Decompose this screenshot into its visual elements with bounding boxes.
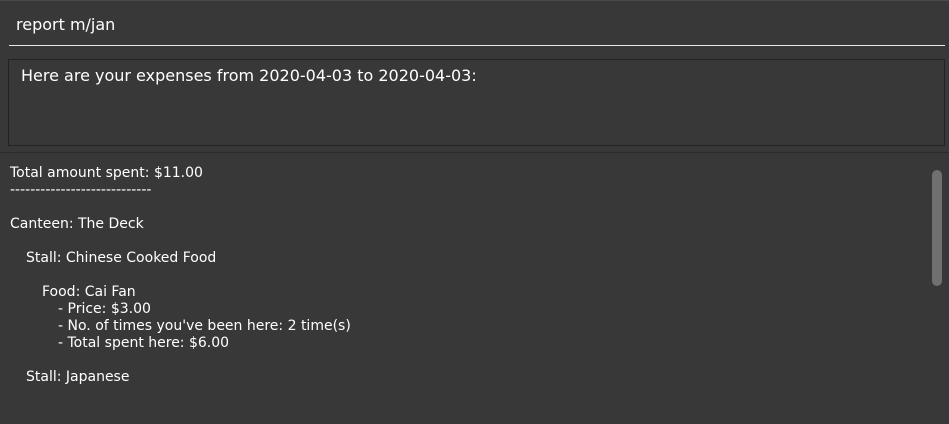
scrollbar-thumb[interactable] xyxy=(932,170,942,286)
report-content: Total amount spent: $11.00 -------------… xyxy=(10,165,351,386)
canteen-label: Canteen: The Deck xyxy=(10,216,144,232)
result-display-pane: Here are your expenses from 2020-04-03 t… xyxy=(0,52,949,153)
food-label: Food: Cai Fan xyxy=(42,284,136,300)
app-window: Here are your expenses from 2020-04-03 t… xyxy=(0,0,949,424)
food-total-spent: - Total spent here: $6.00 xyxy=(58,335,230,351)
report-panel[interactable]: Total amount spent: $11.00 -------------… xyxy=(0,154,949,424)
divider-text: ---------------------------- xyxy=(10,182,152,198)
stall-label: Stall: Japanese xyxy=(26,369,130,385)
vertical-scrollbar[interactable] xyxy=(930,168,944,424)
stall-label: Stall: Chinese Cooked Food xyxy=(26,250,217,266)
food-price: - Price: $3.00 xyxy=(58,301,151,317)
total-amount-text: Total amount spent: $11.00 xyxy=(10,165,203,181)
result-message: Here are your expenses from 2020-04-03 t… xyxy=(21,66,477,85)
command-box xyxy=(0,0,949,52)
command-input[interactable] xyxy=(9,4,945,46)
result-display[interactable]: Here are your expenses from 2020-04-03 t… xyxy=(8,59,945,146)
food-visit-count: - No. of times you've been here: 2 time(… xyxy=(58,318,351,334)
